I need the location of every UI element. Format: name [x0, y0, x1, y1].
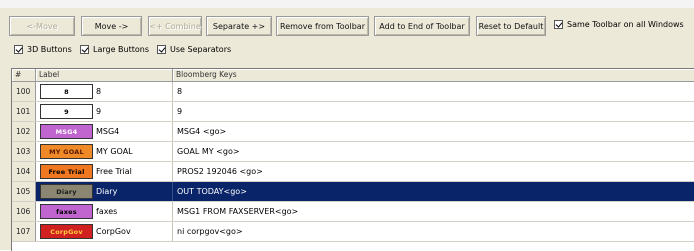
table-row[interactable]: 103 MY GOAL MY GOAL GOAL MY <go>: [12, 142, 694, 162]
button-preview: Diary: [40, 184, 93, 199]
header-keys[interactable]: Bloomberg Keys: [173, 69, 694, 81]
header-num[interactable]: #: [12, 69, 36, 81]
table-row[interactable]: 107 CorpGov CorpGov ni corpgov<go>: [12, 222, 694, 242]
table-row[interactable]: 106 faxes faxes MSG1 FROM FAXSERVER<go>: [12, 202, 694, 222]
column-divider: [172, 222, 173, 241]
row-number: 104: [12, 162, 36, 181]
3d-buttons-label: 3D Buttons: [27, 45, 72, 54]
button-preview: MSG4: [40, 124, 93, 139]
row-keys[interactable]: MSG4 <go>: [177, 122, 226, 141]
header-label[interactable]: Label: [36, 69, 173, 81]
add-to-end-button[interactable]: Add to End of Toolbar: [374, 16, 470, 36]
checkbox-checked-icon: [14, 45, 23, 54]
row-keys[interactable]: GOAL MY <go>: [177, 142, 240, 161]
row-number: 100: [12, 82, 36, 101]
row-label[interactable]: faxes: [96, 202, 117, 221]
row-number: 106: [12, 202, 36, 221]
row-number: 103: [12, 142, 36, 161]
row-label[interactable]: CorpGov: [96, 222, 131, 241]
same-toolbar-checkbox[interactable]: Same Toolbar on all Windows: [554, 20, 684, 29]
row-label[interactable]: 9: [96, 102, 101, 121]
top-strip: [0, 0, 694, 8]
large-buttons-checkbox[interactable]: Large Buttons: [80, 45, 149, 54]
column-divider: [172, 82, 173, 101]
move-right-button[interactable]: Move ->: [81, 16, 142, 36]
checkbox-checked-icon: [80, 45, 89, 54]
table-row[interactable]: 100 8 8 8: [12, 82, 694, 102]
row-keys[interactable]: OUT TODAY<go>: [177, 182, 247, 201]
remove-from-toolbar-button[interactable]: Remove from Toolbar: [276, 16, 369, 36]
row-keys[interactable]: PROS2 192046 <go>: [177, 162, 263, 181]
grid-header: # Label Bloomberg Keys: [12, 69, 694, 82]
row-label[interactable]: Free Trial: [96, 162, 132, 181]
row-label[interactable]: Diary: [96, 182, 117, 201]
separate-button[interactable]: Separate +>: [206, 16, 272, 36]
column-divider: [172, 122, 173, 141]
column-divider: [172, 102, 173, 121]
row-label[interactable]: MSG4: [96, 122, 119, 141]
checkbox-checked-icon: [554, 20, 563, 29]
use-separators-label: Use Separators: [170, 45, 232, 54]
row-number: 105: [12, 182, 36, 201]
column-divider: [172, 142, 173, 161]
table-row[interactable]: 102 MSG4 MSG4 MSG4 <go>: [12, 122, 694, 142]
button-preview: 8: [40, 84, 93, 99]
column-divider: [172, 182, 173, 201]
table-row[interactable]: 101 9 9 9: [12, 102, 694, 122]
button-preview: 9: [40, 104, 93, 119]
toolbar-buttons-grid[interactable]: # Label Bloomberg Keys 100 8 8 8 101 9 9 9 102 MS…: [11, 68, 694, 251]
row-keys[interactable]: MSG1 FROM FAXSERVER<go>: [177, 202, 298, 221]
table-row[interactable]: 105 Diary Diary OUT TODAY<go>: [12, 182, 694, 202]
button-preview: MY GOAL: [40, 144, 93, 159]
row-keys[interactable]: ni corpgov<go>: [177, 222, 243, 241]
row-keys[interactable]: 8: [177, 82, 182, 101]
checkbox-checked-icon: [157, 45, 166, 54]
button-preview: CorpGov: [40, 224, 93, 239]
row-number: 107: [12, 222, 36, 241]
use-separators-checkbox[interactable]: Use Separators: [157, 45, 231, 54]
table-row[interactable]: 104 Free Trial Free Trial PROS2 192046 <go>: [12, 162, 694, 182]
reset-default-button[interactable]: Reset to Default: [476, 16, 546, 36]
row-label[interactable]: MY GOAL: [96, 142, 133, 161]
row-number: 101: [12, 102, 36, 121]
move-left-button[interactable]: <-Move: [9, 16, 75, 36]
row-keys[interactable]: 9: [177, 102, 182, 121]
combine-button[interactable]: <+ Combine: [148, 16, 202, 36]
column-divider: [172, 162, 173, 181]
toolbar-editor-panel: <-Move Move -> <+ Combine Separate +> Re…: [0, 0, 694, 251]
large-buttons-label: Large Buttons: [93, 45, 150, 54]
button-preview: Free Trial: [40, 164, 93, 179]
row-label[interactable]: 8: [96, 82, 101, 101]
3d-buttons-checkbox[interactable]: 3D Buttons: [14, 45, 72, 54]
column-divider: [172, 202, 173, 221]
same-toolbar-label: Same Toolbar on all Windows: [567, 20, 684, 29]
row-number: 102: [12, 122, 36, 141]
button-preview: faxes: [40, 204, 93, 219]
